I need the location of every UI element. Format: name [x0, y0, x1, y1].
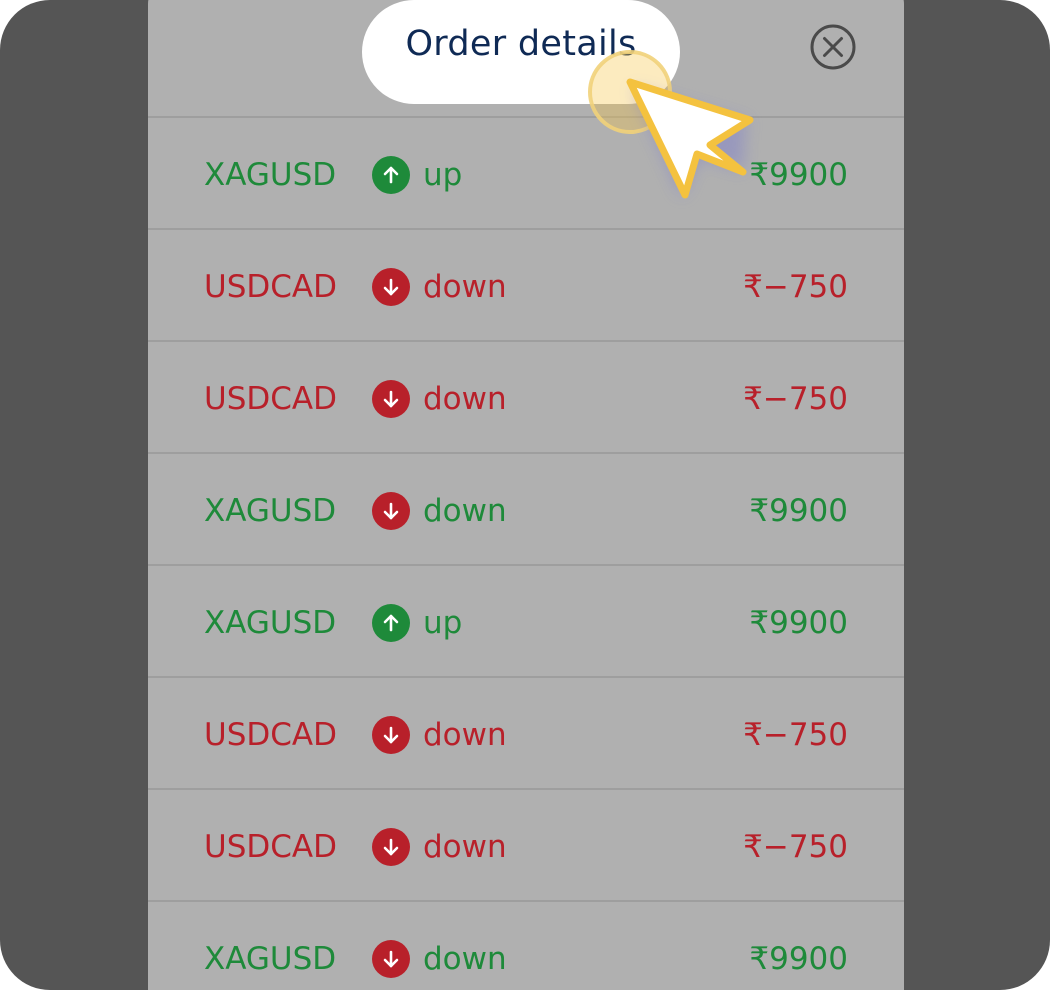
order-amount: ₹−750 — [743, 381, 848, 417]
order-row[interactable]: XAGUSD up ₹9900 — [148, 116, 904, 228]
order-symbol: XAGUSD — [204, 157, 337, 193]
title-pill[interactable]: Order details — [362, 0, 680, 104]
order-direction: down — [423, 941, 507, 977]
panel-header: Order details — [148, 0, 904, 104]
order-amount: ₹−750 — [743, 269, 848, 305]
arrow-down-icon — [372, 940, 410, 978]
arrow-down-icon — [372, 716, 410, 754]
order-direction: up — [423, 605, 463, 641]
order-direction: down — [423, 717, 507, 753]
order-symbol: XAGUSD — [204, 493, 337, 529]
order-amount: ₹9900 — [749, 941, 848, 977]
order-details-panel: Order details XAGUSD up ₹9900 USDCAD dow… — [148, 0, 904, 990]
arrow-up-icon — [372, 604, 410, 642]
order-amount: ₹9900 — [749, 493, 848, 529]
close-button[interactable] — [810, 24, 856, 70]
page-title: Order details — [405, 24, 637, 64]
order-symbol: USDCAD — [204, 717, 337, 753]
order-row[interactable]: USDCAD down ₹−750 — [148, 340, 904, 452]
order-direction: down — [423, 493, 507, 529]
order-symbol: USDCAD — [204, 829, 337, 865]
arrow-up-icon — [372, 156, 410, 194]
arrow-down-icon — [372, 380, 410, 418]
order-row[interactable]: USDCAD down ₹−750 — [148, 228, 904, 340]
order-symbol: XAGUSD — [204, 605, 337, 641]
order-symbol: XAGUSD — [204, 941, 337, 977]
order-amount: ₹−750 — [743, 717, 848, 753]
arrow-down-icon — [372, 268, 410, 306]
order-row[interactable]: USDCAD down ₹−750 — [148, 676, 904, 788]
order-amount: ₹9900 — [749, 157, 848, 193]
order-row[interactable]: XAGUSD down ₹9900 — [148, 900, 904, 990]
order-direction: down — [423, 829, 507, 865]
order-direction: down — [423, 381, 507, 417]
arrow-down-icon — [372, 828, 410, 866]
order-row[interactable]: USDCAD down ₹−750 — [148, 788, 904, 900]
order-symbol: USDCAD — [204, 269, 337, 305]
arrow-down-icon — [372, 492, 410, 530]
order-amount: ₹9900 — [749, 605, 848, 641]
order-list: XAGUSD up ₹9900 USDCAD down ₹−750 USDCAD… — [148, 116, 904, 990]
order-row[interactable]: XAGUSD down ₹9900 — [148, 452, 904, 564]
order-direction: up — [423, 157, 463, 193]
order-row[interactable]: XAGUSD up ₹9900 — [148, 564, 904, 676]
order-direction: down — [423, 269, 507, 305]
order-symbol: USDCAD — [204, 381, 337, 417]
order-amount: ₹−750 — [743, 829, 848, 865]
close-circle-icon — [810, 24, 856, 70]
screen-backdrop: Order details XAGUSD up ₹9900 USDCAD dow… — [0, 0, 1050, 990]
